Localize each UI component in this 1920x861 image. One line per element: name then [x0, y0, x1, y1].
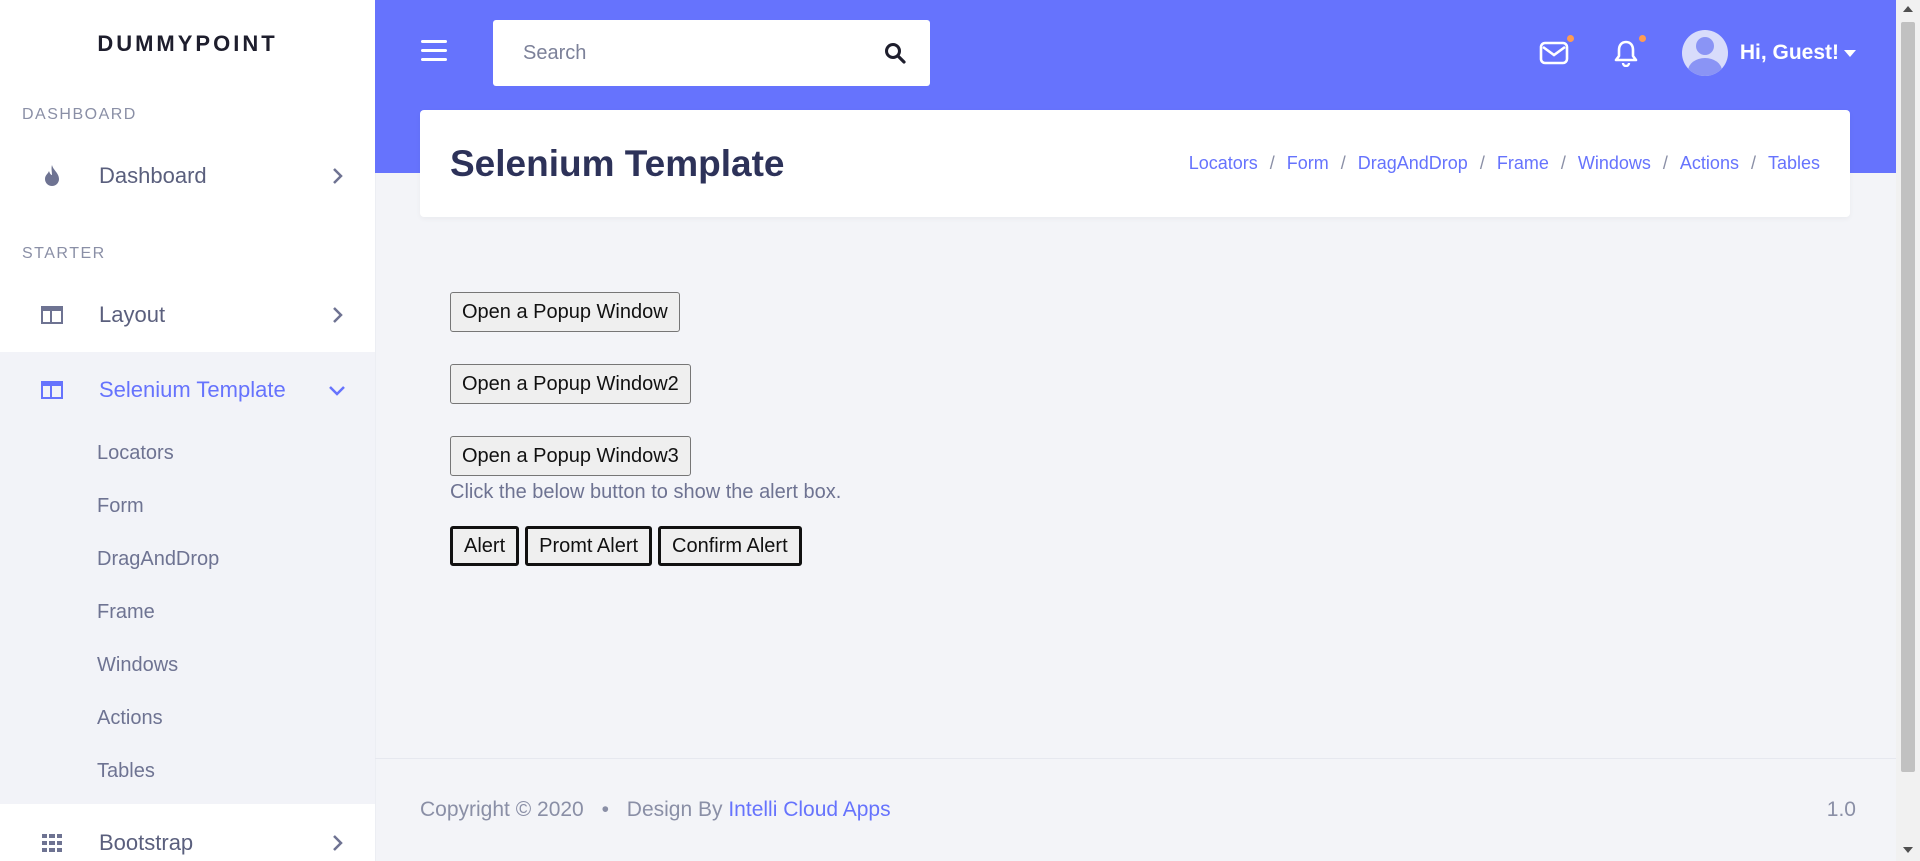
sidebar-item-label: Selenium Template [99, 376, 286, 402]
scrollbar-thumb[interactable] [1901, 22, 1915, 772]
prompt-alert-button[interactable]: Promt Alert [525, 526, 653, 566]
alert-button[interactable]: Alert [450, 526, 520, 566]
sidebar-item-bootstrap[interactable]: Bootstrap [0, 804, 375, 861]
layout-icon [40, 378, 64, 402]
confirm-alert-button[interactable]: Confirm Alert [658, 526, 802, 566]
user-greeting: Hi, Guest! [1739, 41, 1839, 64]
grid-icon [40, 831, 64, 855]
footer-bullet: • [601, 798, 609, 821]
user-menu[interactable]: Hi, Guest! [1681, 30, 1856, 76]
alert-button-group: Alert Promt Alert Confirm Alert [450, 526, 841, 566]
breadcrumb-separator: / [1340, 153, 1346, 173]
scroll-down-arrow-icon[interactable] [1903, 847, 1913, 853]
page-header-card: Selenium Template Locators / Form / Drag… [420, 110, 1850, 217]
chevron-right-icon [327, 166, 347, 186]
company-link[interactable]: Intelli Cloud Apps [728, 798, 890, 821]
breadcrumb-separator: / [1560, 153, 1566, 173]
section-label-starter: STARTER [22, 245, 106, 262]
breadcrumb-link-frame[interactable]: Frame [1497, 153, 1549, 174]
caret-down-icon [1844, 49, 1856, 57]
sidebar-item-selenium-template[interactable]: Selenium Template [0, 352, 375, 427]
brand-logo[interactable]: DUMMYPOINT [0, 0, 375, 88]
page-title: Selenium Template [450, 142, 785, 184]
section-label-dashboard: DASHBOARD [22, 106, 137, 123]
copyright-text: Copyright © 2020 [420, 798, 584, 821]
chevron-right-icon [327, 305, 347, 325]
submenu-item-actions[interactable]: Actions [0, 692, 375, 745]
breadcrumb-separator: / [1479, 153, 1485, 173]
open-popup-window2-button[interactable]: Open a Popup Window2 [450, 364, 691, 404]
breadcrumb-separator: / [1750, 153, 1756, 173]
search-input[interactable] [493, 20, 860, 86]
sidebar-item-label: Dashboard [99, 162, 207, 188]
submenu-item-windows[interactable]: Windows [0, 639, 375, 692]
main-content: Open a Popup Window Open a Popup Window2… [450, 292, 841, 566]
submenu-item-form[interactable]: Form [0, 480, 375, 533]
breadcrumb: Locators / Form / DragAndDrop / Frame / … [1189, 153, 1820, 174]
chevron-right-icon [327, 833, 347, 853]
header-actions: Hi, Guest! [1538, 30, 1856, 76]
sidebar-item-label: Bootstrap [99, 830, 194, 855]
submenu-item-tables[interactable]: Tables [0, 745, 375, 798]
design-by-text: Design By [626, 798, 723, 821]
breadcrumb-link-windows[interactable]: Windows [1578, 153, 1651, 174]
selenium-submenu: Locators Form DragAndDrop Frame Windows … [0, 427, 375, 804]
avatar [1681, 30, 1728, 76]
sidebar-item-label: Layout [99, 301, 166, 327]
notification-dot [1566, 35, 1574, 42]
sidebar-item-dashboard[interactable]: Dashboard [0, 138, 375, 213]
chevron-down-icon [327, 380, 347, 400]
submenu-item-draganddrop[interactable]: DragAndDrop [0, 533, 375, 586]
bell-icon[interactable] [1610, 35, 1646, 69]
submenu-item-locators[interactable]: Locators [0, 427, 375, 480]
breadcrumb-separator: / [1269, 153, 1275, 173]
breadcrumb-link-draganddrop[interactable]: DragAndDrop [1358, 153, 1468, 174]
flame-icon [40, 164, 64, 188]
footer-credits: Copyright © 2020 • Design By Intelli Clo… [420, 798, 891, 822]
open-popup-window3-button[interactable]: Open a Popup Window3 [450, 436, 691, 476]
breadcrumb-separator: / [1662, 153, 1668, 173]
notification-dot [1638, 35, 1646, 42]
sidebar-item-layout[interactable]: Layout [0, 277, 375, 352]
open-popup-window-button[interactable]: Open a Popup Window [450, 292, 680, 332]
hamburger-menu-icon[interactable] [421, 40, 447, 62]
page-scrollbar[interactable] [1896, 0, 1920, 861]
breadcrumb-link-actions[interactable]: Actions [1680, 153, 1739, 174]
breadcrumb-link-locators[interactable]: Locators [1189, 153, 1258, 174]
search-bar [493, 20, 930, 86]
search-icon[interactable] [860, 20, 930, 86]
submenu-item-frame[interactable]: Frame [0, 586, 375, 639]
version-text: 1.0 [1826, 798, 1856, 821]
scroll-up-arrow-icon[interactable] [1903, 6, 1913, 12]
breadcrumb-link-form[interactable]: Form [1287, 153, 1329, 174]
envelope-icon[interactable] [1538, 35, 1574, 69]
sidebar: DUMMYPOINT DASHBOARD Dashboard STARTER L… [0, 0, 375, 861]
footer: Copyright © 2020 • Design By Intelli Clo… [375, 758, 1896, 861]
alert-instruction-text: Click the below button to show the alert… [450, 481, 842, 503]
layout-icon [40, 303, 64, 327]
breadcrumb-link-tables[interactable]: Tables [1768, 153, 1820, 174]
